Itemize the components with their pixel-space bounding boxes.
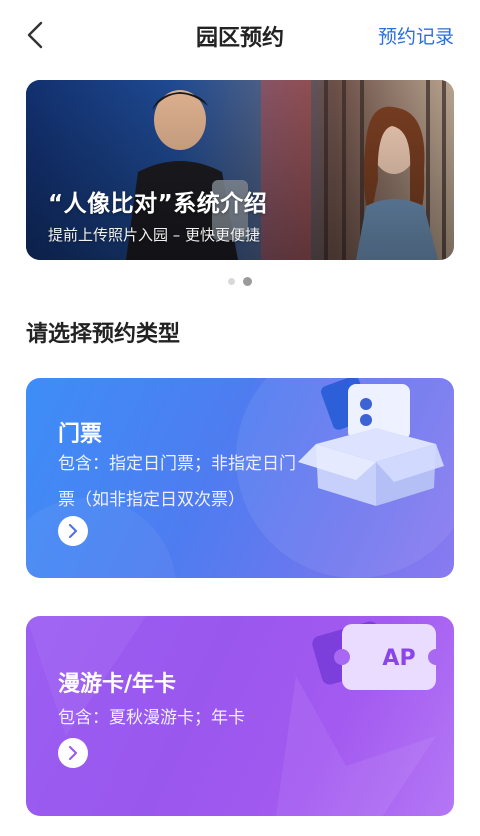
carousel-indicator	[0, 277, 480, 286]
carousel-dot-active[interactable]	[243, 277, 252, 286]
ap-pass-label: AP	[382, 646, 416, 671]
chevron-right-icon	[69, 746, 77, 760]
section-title: 请选择预约类型	[26, 322, 181, 347]
pass-card-description: 包含：夏秋漫游卡；年卡	[58, 708, 245, 728]
header-bar: 园区预约 预约记录	[0, 0, 480, 70]
promo-banner[interactable]: “人像比对”系统介绍 提前上传照片入园 – 更快更便捷	[26, 80, 454, 260]
banner-title: “人像比对”系统介绍	[48, 191, 268, 217]
ticket-box-icon	[298, 378, 444, 506]
banner-subtitle: 提前上传照片入园 – 更快更便捷	[48, 226, 261, 244]
ticket-card-arrow-button[interactable]	[58, 516, 88, 546]
reservation-records-link[interactable]: 预约记录	[378, 22, 454, 49]
pass-card-title: 漫游卡/年卡	[58, 672, 177, 697]
ticket-card-description: 包含：指定日门票；非指定日门票（如非指定日双次票）	[58, 454, 296, 510]
pass-card-arrow-button[interactable]	[58, 738, 88, 768]
carousel-dot[interactable]	[228, 278, 235, 285]
chevron-right-icon	[69, 524, 77, 538]
ticket-card[interactable]: 门票 包含：指定日门票；非指定日门票（如非指定日双次票）	[26, 378, 454, 578]
annual-pass-card[interactable]: AP 漫游卡/年卡 包含：夏秋漫游卡；年卡	[26, 616, 454, 816]
ticket-card-title: 门票	[58, 422, 103, 447]
